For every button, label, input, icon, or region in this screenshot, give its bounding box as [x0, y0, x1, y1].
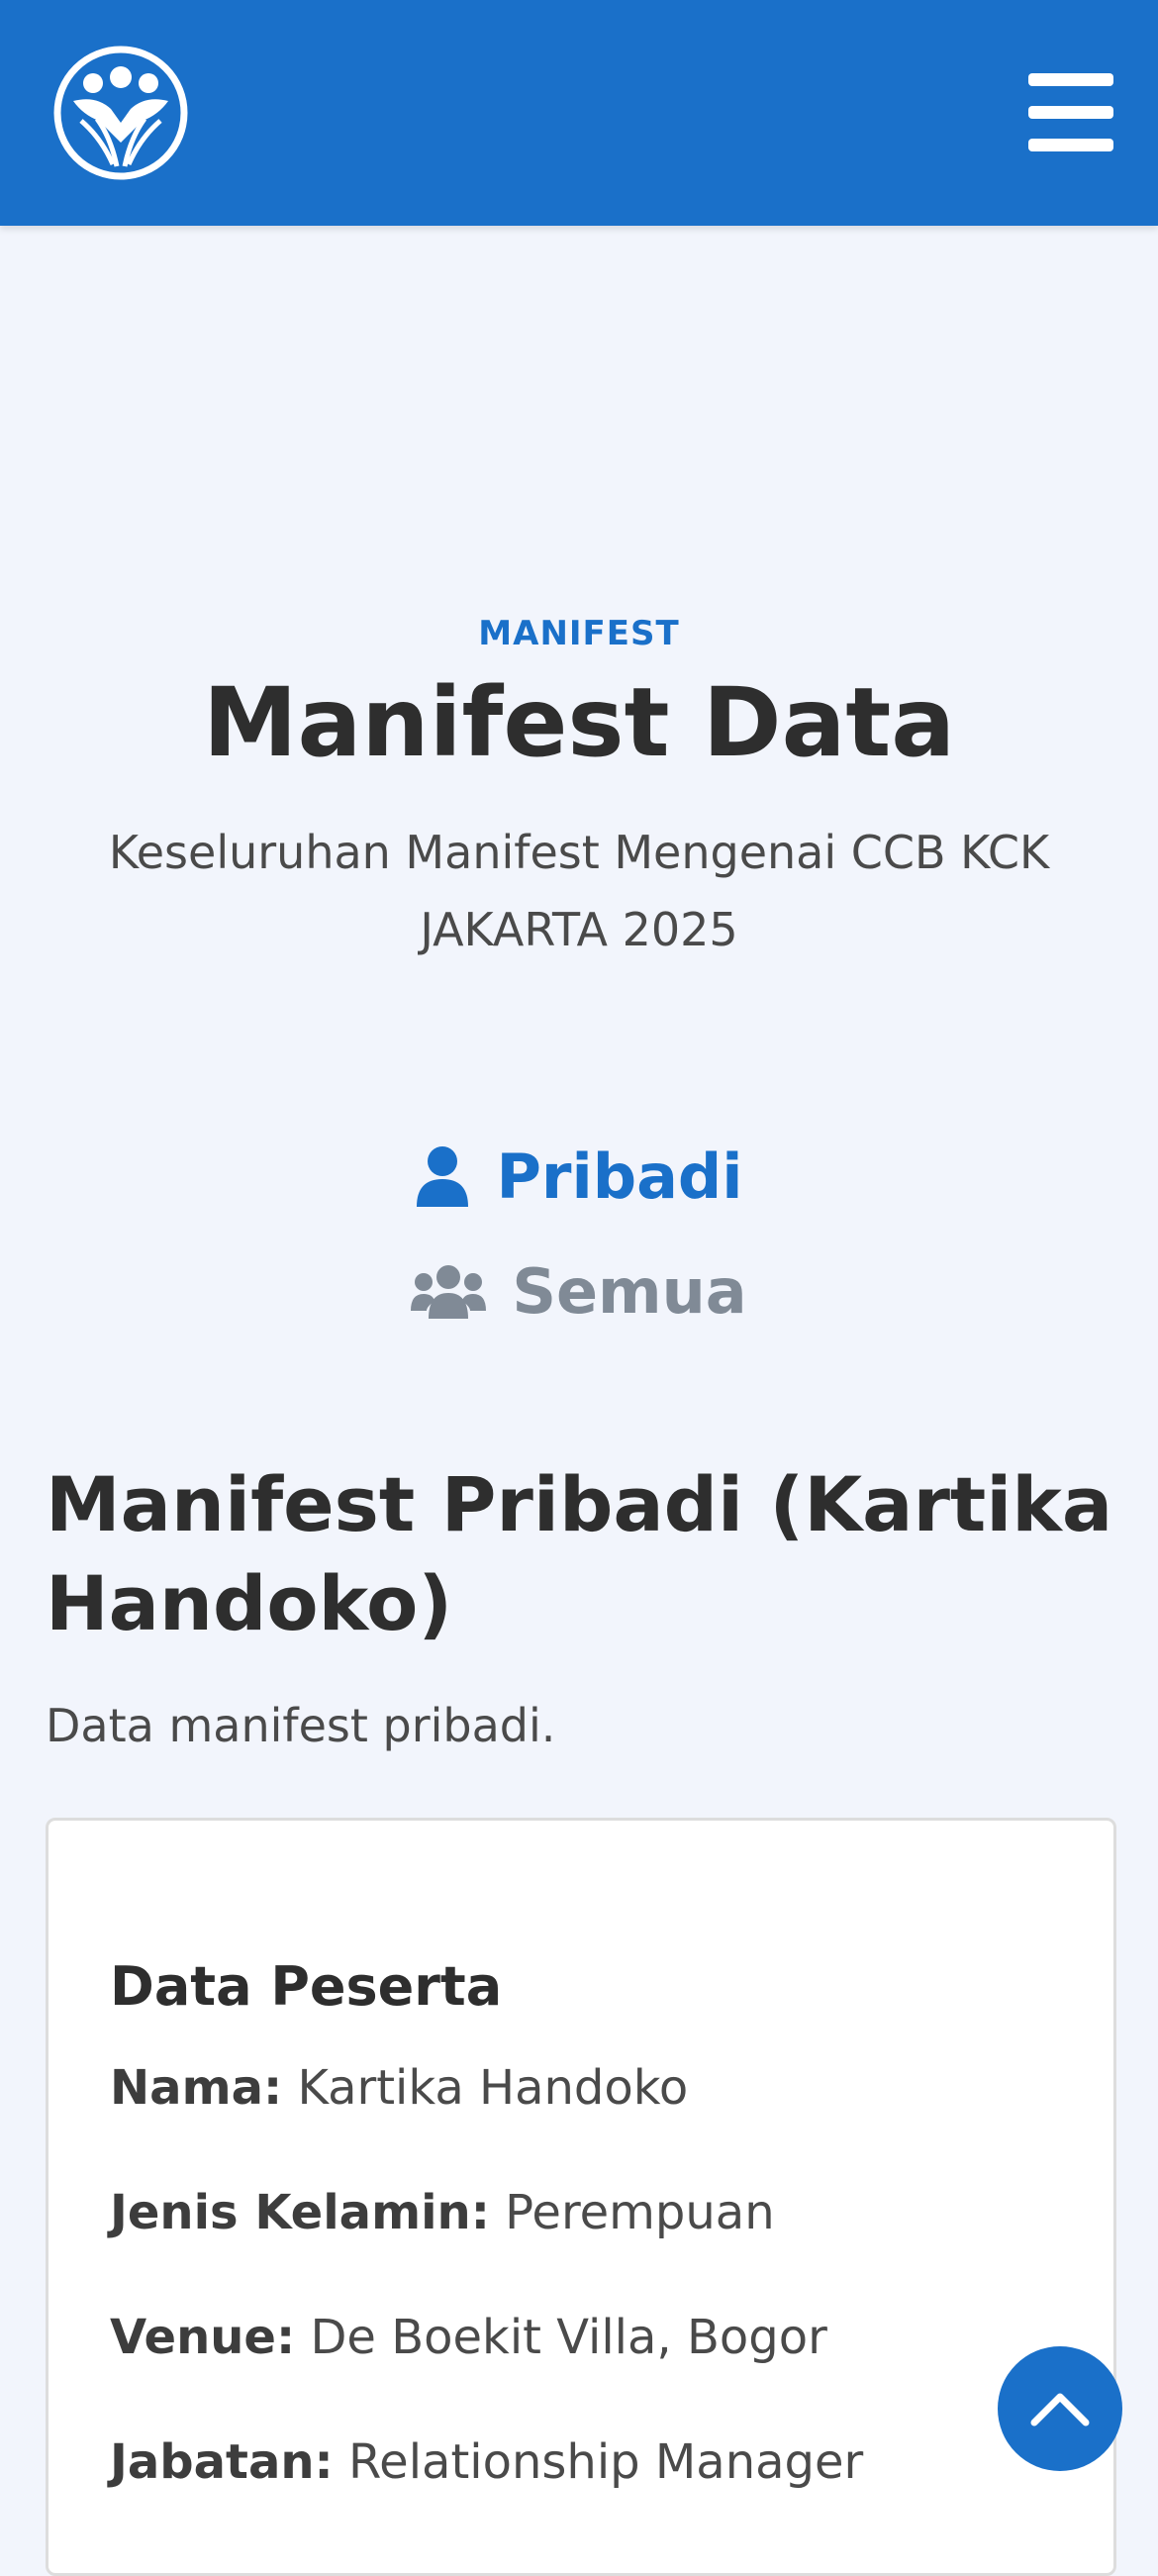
top-navbar [0, 0, 1158, 226]
hamburger-menu-icon[interactable] [1028, 73, 1113, 152]
field-position-value: Relationship Manager [347, 2434, 864, 2490]
field-name-key: Nama: [110, 2060, 283, 2116]
user-icon [417, 1146, 469, 1207]
field-gender: Jenis Kelamin: Perempuan [110, 2185, 775, 2240]
tab-all-label: Semua [512, 1254, 747, 1328]
people-circle-logo-icon[interactable] [51, 44, 190, 182]
page-subtitle: Keseluruhan Manifest Mengenai CCB KCK JA… [108, 826, 1050, 956]
field-venue-key: Venue: [110, 2310, 296, 2365]
section-eyebrow: MANIFEST [478, 614, 680, 653]
field-venue-value: De Boekit Villa, Bogor [310, 2310, 827, 2365]
chevron-up-icon [1030, 2393, 1090, 2427]
page-title: Manifest Data [202, 667, 956, 778]
users-icon [411, 1265, 487, 1319]
section-title: Manifest Pribadi (Kartika Handoko) [46, 1460, 1113, 1647]
field-name-value: Kartika Handoko [297, 2060, 689, 2116]
field-position-key: Jabatan: [110, 2434, 334, 2490]
scroll-to-top-button[interactable] [998, 2346, 1122, 2471]
card-title: Data Peserta [110, 1955, 503, 2018]
field-gender-value: Perempuan [505, 2185, 775, 2240]
field-position: Jabatan: Relationship Manager [110, 2434, 863, 2490]
section-description: Data manifest pribadi. [46, 1699, 556, 1752]
field-venue: Venue: De Boekit Villa, Bogor [110, 2310, 827, 2365]
participant-card: Data Peserta Nama: Kartika Handoko Jenis… [46, 1818, 1116, 2576]
tab-personal[interactable]: Pribadi [0, 1137, 1158, 1216]
tab-personal-label: Pribadi [496, 1139, 743, 1213]
field-gender-key: Jenis Kelamin: [110, 2185, 490, 2240]
tab-all[interactable]: Semua [0, 1251, 1158, 1331]
field-name: Nama: Kartika Handoko [110, 2060, 688, 2116]
